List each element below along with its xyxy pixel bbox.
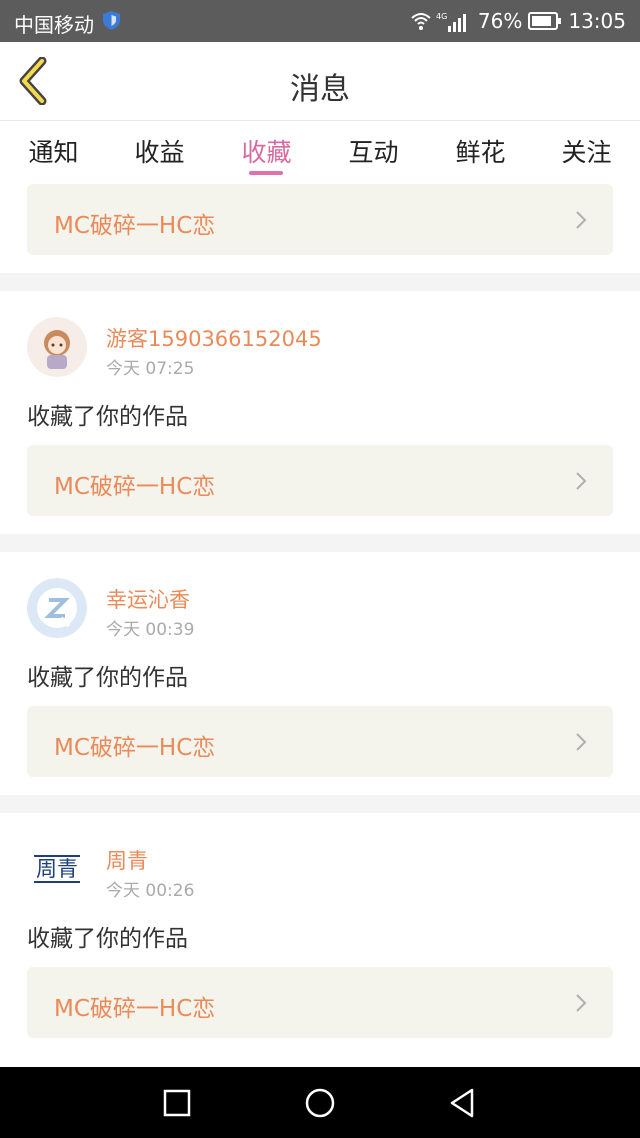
tab-favorites[interactable]: 收藏 <box>213 133 320 169</box>
header: 消息 <box>0 42 640 121</box>
active-tab-indicator <box>249 171 283 175</box>
wifi-signal-icon: 4G <box>411 12 466 32</box>
action-text: 收藏了你的作品 <box>27 926 188 952</box>
chevron-right-icon <box>576 472 587 490</box>
work-title: MC破碎一HC恋 <box>54 735 216 761</box>
work-title: MC破碎一HC恋 <box>54 213 216 239</box>
chevron-right-icon <box>576 994 587 1012</box>
tab-following[interactable]: 关注 <box>533 133 640 169</box>
work-link[interactable]: MC破碎一HC恋 <box>27 706 613 777</box>
message-card: 周青 周青 今天 00:26 收藏了你的作品 MC破碎一HC恋 <box>0 813 640 1056</box>
recent-apps-icon[interactable] <box>161 1087 193 1119</box>
message-time: 今天 00:26 <box>106 881 195 901</box>
message-time: 今天 07:25 <box>106 359 195 379</box>
divider <box>0 273 640 291</box>
chevron-right-icon <box>576 211 587 229</box>
work-title: MC破碎一HC恋 <box>54 996 216 1022</box>
home-icon[interactable] <box>304 1087 336 1119</box>
network-type: 4G <box>436 12 447 21</box>
work-link[interactable]: MC破碎一HC恋 <box>27 184 613 255</box>
status-bar: 中国移动 4G 76% 13:05 <box>0 0 640 42</box>
user-name[interactable]: 幸运沁香 <box>106 584 190 614</box>
action-text: 收藏了你的作品 <box>27 404 188 430</box>
action-text: 收藏了你的作品 <box>27 665 188 691</box>
chevron-right-icon <box>576 733 587 751</box>
battery-icon <box>528 12 562 30</box>
back-nav-icon[interactable] <box>446 1087 478 1119</box>
work-title: MC破碎一HC恋 <box>54 474 216 500</box>
message-card: MC破碎一HC恋 <box>0 181 640 273</box>
message-feed: MC破碎一HC恋 游客1590366152045 今天 07:25 收藏了你的作… <box>0 181 640 1056</box>
avatar-text: 周青 <box>34 855 80 883</box>
carrier-name: 中国移动 <box>14 13 94 37</box>
user-avatar[interactable] <box>27 578 87 638</box>
tab-flowers[interactable]: 鲜花 <box>427 133 534 169</box>
clock: 13:05 <box>568 9 626 33</box>
message-time: 今天 00:39 <box>106 620 195 640</box>
system-nav-bar <box>0 1067 640 1138</box>
work-link[interactable]: MC破碎一HC恋 <box>27 967 613 1038</box>
tab-bar: 通知 收益 收藏 互动 鲜花 关注 <box>0 121 640 181</box>
tab-interaction[interactable]: 互动 <box>320 133 427 169</box>
shield-icon <box>103 11 120 30</box>
tab-earnings[interactable]: 收益 <box>106 133 213 169</box>
user-name[interactable]: 游客1590366152045 <box>106 323 322 353</box>
battery-percent: 76% <box>477 9 523 33</box>
divider <box>0 795 640 813</box>
work-link[interactable]: MC破碎一HC恋 <box>27 445 613 516</box>
user-avatar[interactable]: 周青 <box>27 839 87 899</box>
user-name[interactable]: 周青 <box>106 845 148 875</box>
tab-notice[interactable]: 通知 <box>0 133 107 169</box>
divider <box>0 534 640 552</box>
user-avatar[interactable] <box>27 317 87 377</box>
message-card: 游客1590366152045 今天 07:25 收藏了你的作品 MC破碎一HC… <box>0 291 640 534</box>
page-title: 消息 <box>290 72 350 107</box>
message-card: 幸运沁香 今天 00:39 收藏了你的作品 MC破碎一HC恋 <box>0 552 640 795</box>
